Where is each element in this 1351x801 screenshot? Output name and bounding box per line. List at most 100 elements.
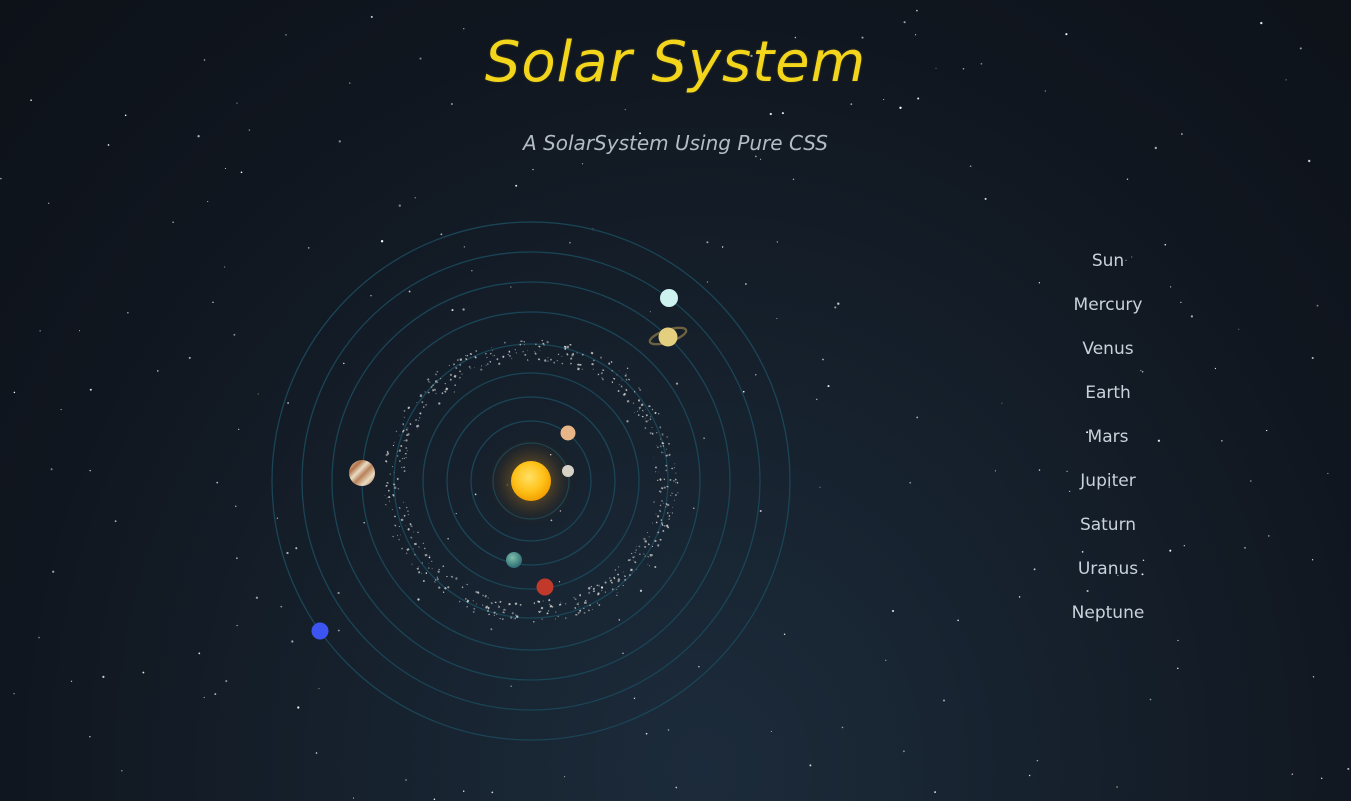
asteroid: [480, 368, 483, 371]
asteroid: [666, 436, 668, 438]
asteroid: [434, 373, 438, 376]
asteroid: [631, 552, 633, 555]
asteroid: [426, 378, 430, 381]
asteroid: [647, 563, 649, 565]
star: [902, 750, 905, 753]
legend-item-earth[interactable]: Earth: [1048, 377, 1168, 421]
legend-item-venus[interactable]: Venus: [1048, 333, 1168, 377]
asteroid: [611, 588, 614, 591]
asteroid: [489, 360, 492, 363]
asteroid: [399, 534, 401, 536]
legend-item-neptune[interactable]: Neptune: [1048, 597, 1168, 641]
asteroid: [441, 392, 444, 395]
star: [1267, 535, 1270, 537]
asteroid: [566, 353, 569, 356]
asteroid: [394, 524, 397, 527]
star: [515, 184, 518, 187]
asteroid: [399, 434, 401, 436]
asteroid: [422, 542, 424, 544]
star: [233, 333, 236, 336]
asteroid: [405, 446, 408, 450]
star: [142, 671, 145, 674]
asteroid: [403, 501, 405, 503]
asteroid: [425, 404, 427, 406]
asteroid: [644, 418, 646, 420]
star: [969, 165, 972, 168]
asteroid: [674, 478, 677, 481]
star: [1149, 698, 1152, 701]
legend-item-sun[interactable]: Sun: [1048, 245, 1168, 289]
asteroid: [395, 430, 398, 433]
asteroid: [398, 538, 400, 541]
asteroid: [427, 391, 430, 394]
asteroid: [470, 368, 472, 370]
asteroid: [596, 602, 598, 604]
asteroid: [666, 448, 668, 450]
asteroid: [411, 563, 413, 565]
asteroid: [659, 478, 662, 481]
star: [809, 764, 812, 767]
star: [1260, 21, 1263, 25]
asteroid: [600, 356, 602, 359]
asteroid: [602, 369, 605, 372]
asteroid: [519, 603, 522, 606]
star: [1177, 667, 1179, 670]
asteroid: [459, 364, 461, 366]
asteroid: [577, 367, 580, 371]
asteroid: [422, 406, 425, 409]
asteroid: [396, 477, 399, 481]
asteroid: [637, 414, 640, 416]
asteroid: [508, 602, 511, 606]
star: [841, 726, 844, 729]
asteroid: [534, 352, 537, 355]
legend-item-mercury[interactable]: Mercury: [1048, 289, 1168, 333]
asteroid: [526, 359, 529, 362]
asteroid: [573, 597, 575, 599]
asteroid: [416, 401, 418, 403]
asteroid: [626, 399, 630, 403]
asteroid: [659, 445, 662, 448]
asteroid: [393, 486, 397, 489]
asteroid: [485, 352, 487, 355]
asteroid: [472, 610, 475, 613]
legend-item-jupiter[interactable]: Jupiter: [1048, 465, 1168, 509]
asteroid: [428, 563, 430, 564]
asteroid: [400, 444, 403, 448]
star: [903, 21, 906, 24]
asteroid: [634, 560, 637, 564]
legend-item-mars[interactable]: Mars: [1048, 421, 1168, 465]
planet-venus: [560, 425, 576, 441]
asteroid: [625, 378, 628, 381]
star: [984, 197, 987, 200]
legend-item-saturn[interactable]: Saturn: [1048, 509, 1168, 553]
asteroid: [475, 603, 477, 605]
planet-jupiter: [349, 460, 375, 486]
asteroid: [549, 603, 551, 606]
asteroid: [406, 547, 410, 552]
star: [398, 204, 401, 207]
asteroid: [637, 399, 641, 402]
asteroid: [638, 545, 641, 548]
star: [463, 790, 465, 792]
asteroid: [386, 481, 389, 484]
asteroid: [523, 341, 525, 343]
asteroid: [663, 525, 666, 527]
asteroid: [498, 605, 500, 608]
asteroid: [624, 374, 627, 377]
asteroid: [649, 554, 652, 556]
asteroid: [643, 537, 646, 541]
asteroid: [448, 364, 451, 366]
star: [235, 505, 237, 507]
asteroid: [398, 506, 401, 510]
asteroid: [450, 575, 454, 579]
star: [30, 99, 32, 102]
asteroid: [590, 585, 593, 588]
asteroid: [561, 355, 563, 357]
asteroid: [384, 494, 386, 496]
legend-item-uranus[interactable]: Uranus: [1048, 553, 1168, 597]
asteroid: [474, 367, 475, 368]
asteroid: [671, 512, 674, 514]
asteroid: [668, 518, 671, 521]
asteroid: [569, 362, 572, 365]
asteroid: [639, 389, 642, 391]
